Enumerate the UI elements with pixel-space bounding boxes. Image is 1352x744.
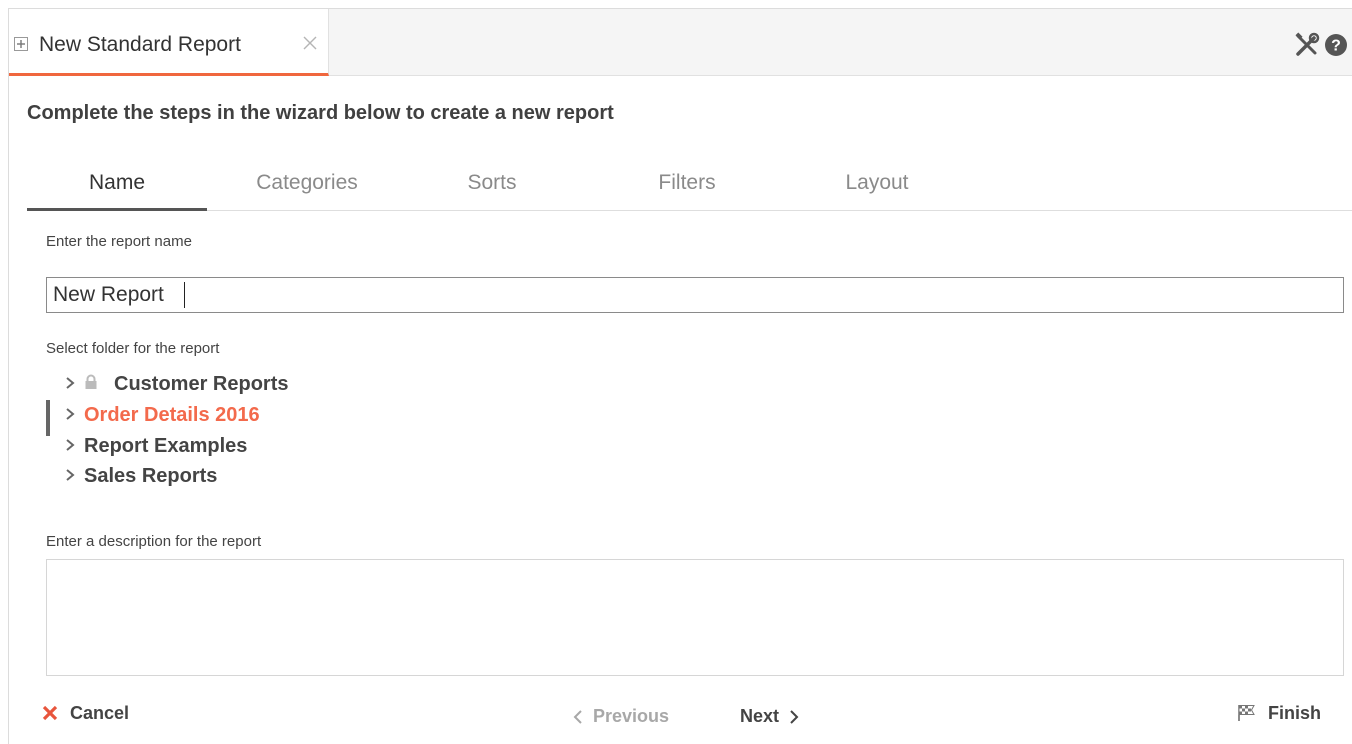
svg-text:?: ? — [1331, 38, 1341, 55]
expand-icon[interactable] — [14, 37, 28, 56]
previous-button[interactable]: Previous — [572, 706, 669, 727]
description-textarea[interactable] — [46, 559, 1344, 676]
folder-select-label: Select folder for the report — [46, 340, 220, 357]
folder-label: Report Examples — [84, 435, 248, 457]
chevron-right-icon[interactable] — [64, 404, 84, 427]
folder-order-details-2016[interactable]: Order Details 2016 — [64, 404, 260, 432]
tab-categories[interactable]: Categories — [227, 169, 387, 211]
tab-name[interactable]: Name — [27, 169, 207, 211]
tab-bar: New Standard Report ? — [9, 9, 1352, 76]
selection-indicator — [46, 400, 50, 436]
folder-label: Sales Reports — [84, 465, 218, 487]
page-heading: Complete the steps in the wizard below t… — [27, 102, 614, 124]
next-button[interactable]: Next — [740, 706, 800, 727]
cancel-x-icon — [41, 703, 64, 723]
next-label: Next — [740, 706, 780, 726]
tab-new-standard-report[interactable]: New Standard Report — [9, 9, 329, 76]
cancel-label: Cancel — [70, 703, 130, 723]
cancel-button[interactable]: Cancel — [41, 703, 129, 724]
folder-sales-reports[interactable]: Sales Reports — [64, 465, 217, 493]
text-caret — [184, 282, 185, 308]
report-name-label: Enter the report name — [46, 233, 192, 250]
chevron-left-icon — [572, 706, 589, 726]
chevron-right-icon[interactable] — [64, 465, 84, 488]
tab-layout[interactable]: Layout — [807, 169, 947, 211]
chevron-right-icon — [788, 706, 800, 726]
tab-filters[interactable]: Filters — [617, 169, 757, 211]
finish-label: Finish — [1268, 703, 1322, 723]
previous-label: Previous — [593, 706, 670, 726]
chevron-right-icon[interactable] — [64, 435, 84, 458]
tab-sorts[interactable]: Sorts — [427, 169, 557, 211]
checkered-flag-icon — [1237, 703, 1262, 723]
description-label: Enter a description for the report — [46, 533, 262, 550]
folder-customer-reports[interactable]: Customer Reports — [64, 373, 288, 401]
finish-button[interactable]: Finish — [1237, 703, 1321, 724]
report-wizard-window: New Standard Report ? Complete the steps… — [8, 8, 1352, 744]
help-icon[interactable]: ? — [1324, 33, 1348, 62]
folder-label: Order Details 2016 — [84, 404, 260, 426]
report-name-input[interactable] — [46, 277, 1344, 313]
tools-icon[interactable] — [1294, 32, 1320, 63]
tab-title: New Standard Report — [39, 33, 241, 56]
lock-icon — [84, 373, 114, 396]
wizard-tabs: Name Categories Sorts Filters Layout — [27, 169, 1352, 211]
folder-label: Customer Reports — [114, 373, 289, 395]
folder-report-examples[interactable]: Report Examples — [64, 435, 247, 463]
chevron-right-icon[interactable] — [64, 373, 84, 396]
close-icon[interactable] — [302, 35, 318, 56]
